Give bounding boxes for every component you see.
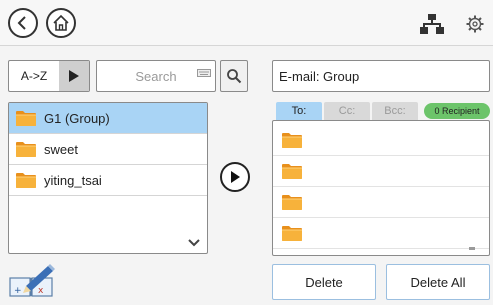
list-item-label: sweet xyxy=(44,141,78,157)
sort-order-label: A->Z xyxy=(20,69,48,83)
play-icon xyxy=(69,70,79,82)
list-item-label: yiting_tsai xyxy=(44,172,102,188)
folder-icon xyxy=(281,224,303,242)
list-item-label: G1 (Group) xyxy=(44,110,110,126)
list-item[interactable]: sweet xyxy=(9,134,207,165)
sort-control: A->Z xyxy=(8,60,90,92)
email-group-label: E-mail: Group xyxy=(279,68,360,84)
delete-all-button[interactable]: Delete All xyxy=(386,264,490,300)
address-book-button[interactable]: + x xyxy=(8,262,58,300)
search-button[interactable] xyxy=(220,60,248,92)
play-arrow-icon xyxy=(231,171,240,183)
keyboard-icon xyxy=(197,64,211,77)
tab-cc[interactable]: Cc: xyxy=(324,102,370,120)
sort-toggle-button[interactable] xyxy=(59,61,89,91)
delete-button[interactable]: Delete xyxy=(272,264,376,300)
search-field[interactable] xyxy=(96,60,216,92)
add-recipient-button[interactable] xyxy=(220,162,250,192)
magnifier-icon xyxy=(227,69,242,84)
settings-button[interactable] xyxy=(466,15,484,33)
list-item[interactable]: G1 (Group) xyxy=(9,103,207,134)
recipient-row[interactable] xyxy=(273,156,489,187)
folder-icon xyxy=(15,140,37,158)
gear-icon xyxy=(466,15,484,33)
home-button[interactable] xyxy=(46,8,76,38)
recipient-list xyxy=(272,120,490,256)
svg-text:x: x xyxy=(38,286,44,296)
back-arrow-icon xyxy=(17,16,26,30)
network-button[interactable] xyxy=(420,13,444,35)
home-icon xyxy=(53,14,69,31)
folder-icon xyxy=(281,162,303,180)
top-bar xyxy=(0,0,493,46)
address-book-edit-icon: + x xyxy=(9,264,55,297)
recipient-row[interactable] xyxy=(273,187,489,218)
list-item[interactable]: yiting_tsai xyxy=(9,165,207,196)
tab-to[interactable]: To: xyxy=(276,102,322,120)
recipient-row[interactable] xyxy=(273,125,489,156)
tab-bcc[interactable]: Bcc: xyxy=(372,102,418,120)
recipient-row[interactable] xyxy=(273,218,489,249)
folder-icon xyxy=(281,193,303,211)
email-group-field: E-mail: Group xyxy=(272,60,490,92)
folder-icon xyxy=(281,131,303,149)
folder-icon xyxy=(15,109,37,127)
folder-icon xyxy=(15,171,37,189)
contact-list: G1 (Group) sweet yiting_tsai xyxy=(8,102,208,254)
scroll-down-button[interactable] xyxy=(187,235,201,247)
back-button[interactable] xyxy=(8,8,38,38)
chevron-down-icon xyxy=(188,239,200,247)
scroll-indicator xyxy=(469,247,475,250)
network-hierarchy-icon xyxy=(420,14,444,34)
recipient-count-badge: 0 Recipient xyxy=(424,103,490,119)
svg-text:+: + xyxy=(14,286,22,296)
